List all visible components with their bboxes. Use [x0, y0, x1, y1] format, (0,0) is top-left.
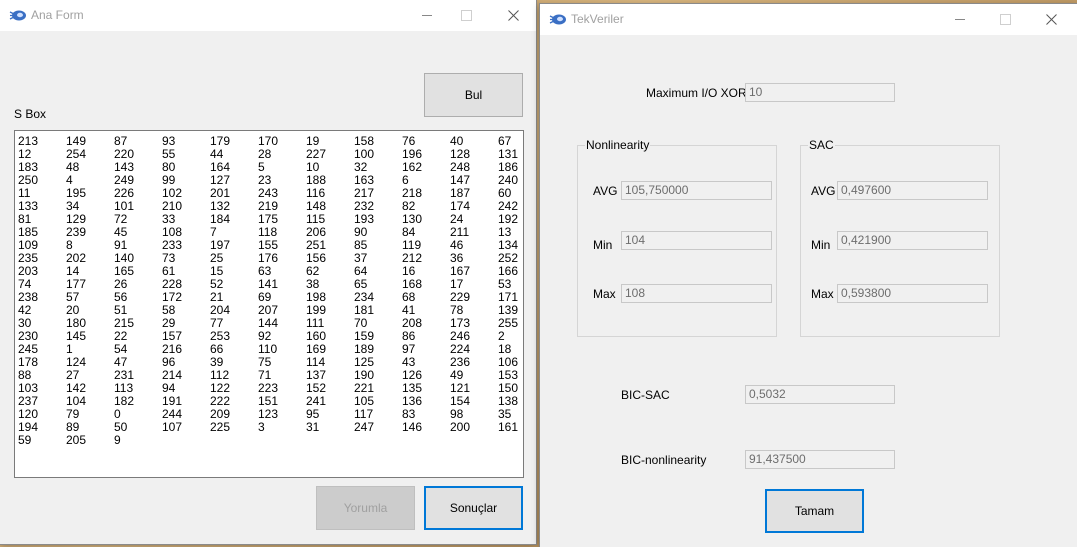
minimize-icon	[955, 19, 965, 20]
window-title: TekVeriler	[571, 12, 624, 26]
sbox-value: 28	[258, 147, 272, 161]
sbox-value-grid: 213 149 87 93 179 170 19 158 76 40 67 12 254 220 55 44 2…	[18, 135, 523, 447]
tamam-button[interactable]: Tamam	[765, 489, 864, 533]
tek-veriler-client: Maximum I/O XOR 10 Nonlinearity AVG 105,…	[540, 35, 1077, 547]
sac-min-field[interactable]: 0,421900	[837, 231, 988, 250]
max-io-xor-field[interactable]: 10	[745, 83, 895, 102]
bul-button[interactable]: Bul	[424, 73, 523, 117]
sac-max-label: Max	[811, 287, 834, 301]
sac-groupbox: SAC AVG 0,497600 Min 0,421900 Max 0,5938…	[800, 138, 1000, 337]
app-icon	[549, 14, 566, 25]
app-icon	[9, 10, 26, 21]
nonlinearity-max-label: Max	[593, 287, 616, 301]
sonuclar-button[interactable]: Sonuçlar	[424, 486, 523, 530]
close-icon	[1045, 14, 1057, 25]
bic-nonlinearity-field[interactable]: 91,437500	[745, 450, 895, 469]
ana-form-window: Ana Form Bul S Box 213 149 87 93 179 170 19 158…	[0, 0, 536, 544]
nonlinearity-avg-field[interactable]: 105,750000	[621, 181, 772, 200]
sbox-listbox[interactable]: 213 149 87 93 179 170 19 158 76 40 67 12 254 220 55 44 2…	[14, 130, 524, 478]
sbox-value: 225	[210, 420, 231, 434]
sbox-value: 9	[114, 433, 121, 447]
bic-sac-label: BIC-SAC	[621, 388, 670, 402]
sac-avg-field[interactable]: 0,497600	[837, 181, 988, 200]
minimize-button[interactable]	[937, 4, 983, 35]
nonlinearity-min-label: Min	[593, 238, 613, 252]
nonlinearity-avg-label: AVG	[593, 184, 618, 198]
close-button[interactable]	[1028, 4, 1074, 35]
sbox-label: S Box	[14, 107, 47, 121]
maximize-icon	[999, 14, 1011, 25]
close-button[interactable]	[490, 0, 536, 31]
sbox-value: 123	[258, 407, 279, 421]
maximize-button[interactable]	[443, 0, 489, 31]
minimize-icon	[422, 15, 432, 16]
sbox-value: 59	[18, 433, 32, 447]
tek-veriler-titlebar[interactable]: TekVeriler	[540, 4, 1077, 35]
yorumla-button[interactable]: Yorumla	[316, 486, 415, 530]
ana-form-client: Bul S Box 213 149 87 93 179 170 19 158 76 40 67 12 2…	[0, 31, 536, 544]
sbox-value: 200	[450, 420, 471, 434]
maximize-button[interactable]	[982, 4, 1028, 35]
nonlinearity-min-field[interactable]: 104	[621, 231, 772, 250]
maximize-icon	[460, 10, 472, 21]
sbox-value: 161	[498, 420, 519, 434]
ana-form-titlebar[interactable]: Ana Form	[0, 0, 536, 31]
sbox-value: 239	[66, 225, 87, 239]
nonlinearity-groupbox: Nonlinearity AVG 105,750000 Min 104 Max …	[577, 138, 777, 337]
sbox-value: 162	[402, 160, 423, 174]
max-io-xor-label: Maximum I/O XOR	[646, 86, 747, 100]
sbox-value: 247	[354, 420, 375, 434]
sbox-value: 3	[258, 420, 265, 434]
sbox-value: 145	[66, 329, 87, 343]
close-icon	[507, 10, 519, 21]
bic-nonlinearity-label: BIC-nonlinearity	[621, 453, 707, 467]
sbox-value: 182	[114, 394, 135, 408]
sbox-value: 205	[66, 433, 87, 447]
sbox-value: 48	[66, 160, 80, 174]
sbox-value: 184	[210, 212, 231, 226]
sbox-value: 50	[114, 420, 128, 434]
sac-min-label: Min	[811, 238, 831, 252]
sbox-value: 107	[162, 420, 183, 434]
sac-max-field[interactable]: 0,593800	[837, 284, 988, 303]
sac-avg-label: AVG	[811, 184, 836, 198]
nonlinearity-max-field[interactable]: 108	[621, 284, 772, 303]
sac-group-title: SAC	[808, 138, 835, 152]
nonlinearity-group-title: Nonlinearity	[585, 138, 651, 152]
sbox-value: 146	[402, 420, 423, 434]
tek-veriler-window: TekVeriler Maximum I/O XOR 10 Nonlineari…	[540, 4, 1077, 547]
window-title: Ana Form	[31, 8, 84, 22]
bic-sac-field[interactable]: 0,5032	[745, 385, 895, 404]
sbox-value: 31	[306, 420, 320, 434]
